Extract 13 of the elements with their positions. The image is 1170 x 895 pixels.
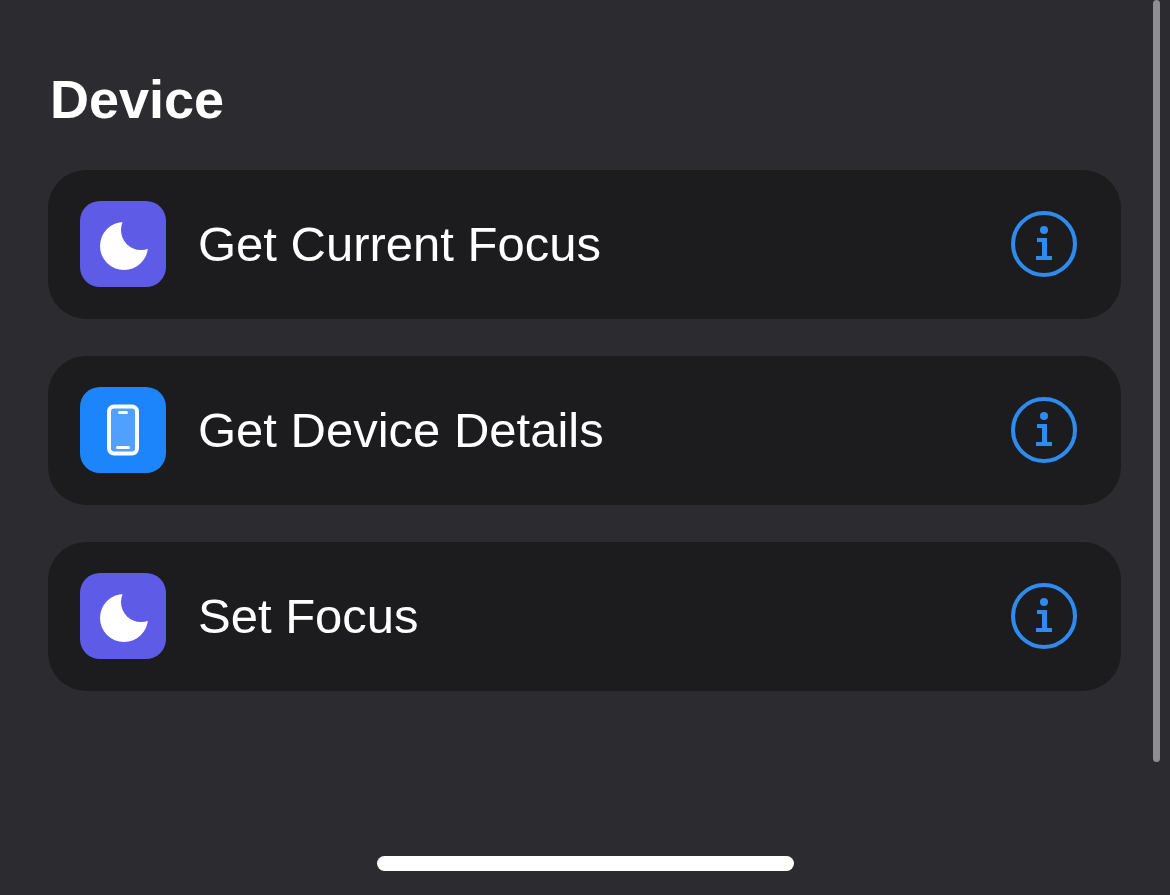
action-title: Set Focus bbox=[198, 587, 419, 645]
moon-icon bbox=[80, 201, 166, 288]
action-title: Get Device Details bbox=[198, 401, 604, 459]
action-row[interactable]: Get Current Focus bbox=[48, 169, 1121, 319]
section-title: Device bbox=[50, 68, 226, 131]
info-icon[interactable] bbox=[1011, 397, 1077, 464]
action-row[interactable]: Set Focus bbox=[48, 541, 1121, 691]
phone-icon bbox=[80, 387, 166, 474]
moon-icon bbox=[80, 573, 166, 660]
action-row[interactable]: Get Device Details bbox=[48, 355, 1121, 505]
action-title: Get Current Focus bbox=[198, 215, 602, 273]
info-icon[interactable] bbox=[1011, 211, 1077, 278]
info-icon[interactable] bbox=[1011, 583, 1077, 650]
